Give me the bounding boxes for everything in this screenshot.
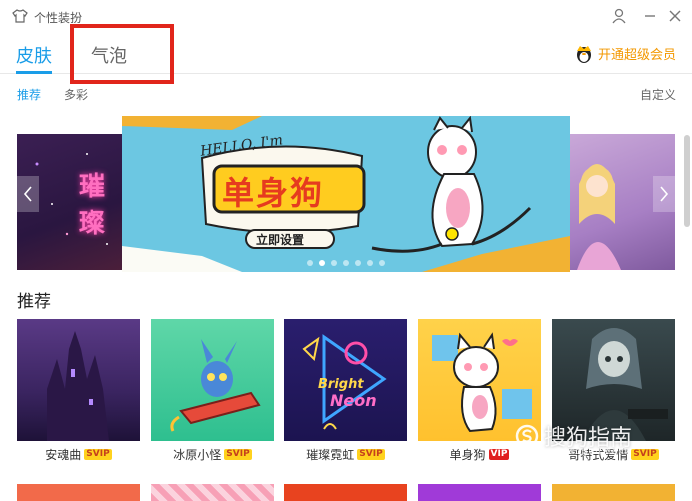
- skin-thumbnail[interactable]: [151, 319, 274, 441]
- banner-set-button[interactable]: 立即设置: [256, 231, 304, 248]
- skin-thumbnail[interactable]: [17, 484, 140, 501]
- vip-badge: VIP: [488, 448, 510, 460]
- carousel-dot-active[interactable]: [319, 260, 325, 266]
- skin-card[interactable]: 冰原小怪 SVIP: [151, 319, 274, 467]
- carousel-dot[interactable]: [343, 260, 349, 266]
- subtab-colorful[interactable]: 多彩: [64, 86, 88, 103]
- shirt-icon: [12, 9, 28, 23]
- carousel-dot[interactable]: [367, 260, 373, 266]
- open-svip-link[interactable]: 开通超级会员: [574, 44, 676, 63]
- carousel-prev-arrow[interactable]: [17, 176, 39, 212]
- subtab-recommend[interactable]: 推荐: [17, 86, 41, 103]
- svip-badge: SVIP: [357, 448, 385, 460]
- active-tab-indicator: [16, 71, 52, 74]
- skin-thumbnail[interactable]: [418, 484, 541, 501]
- annotation-highlight-box: [70, 24, 174, 84]
- user-icon[interactable]: [609, 6, 629, 26]
- skin-card[interactable]: 安魂曲 SVIP: [17, 319, 140, 467]
- skin-thumbnail[interactable]: Bright Neon: [284, 319, 407, 441]
- svip-badge: SVIP: [224, 448, 252, 460]
- skin-thumbnail[interactable]: [284, 484, 407, 501]
- customize-link[interactable]: 自定义: [640, 86, 676, 103]
- banner-carousel: 璀璨 HELLO, I'm 单身狗 立即设置: [17, 116, 675, 272]
- carousel-dot[interactable]: [331, 260, 337, 266]
- svip-badge: SVIP: [631, 448, 659, 460]
- skin-caption: 冰原小怪 SVIP: [151, 441, 274, 467]
- skin-name: 冰原小怪: [173, 447, 222, 462]
- carousel-dot[interactable]: [307, 260, 313, 266]
- skin-thumbnail[interactable]: [151, 484, 274, 501]
- tab-skin[interactable]: 皮肤: [16, 42, 52, 68]
- skin-thumbnail[interactable]: [17, 319, 140, 441]
- sub-tabs: 推荐 多彩 自定义: [0, 86, 692, 106]
- carousel-next-arrow[interactable]: [653, 176, 675, 212]
- carousel-dot[interactable]: [355, 260, 361, 266]
- svip-badge: SVIP: [84, 448, 112, 460]
- penguin-icon: [576, 45, 591, 63]
- sogou-logo-icon: [515, 424, 539, 448]
- carousel-dots: [122, 260, 570, 266]
- next-row-thumbnails: [17, 484, 677, 501]
- banner-art: [122, 116, 570, 272]
- skin-name: 单身狗: [449, 447, 486, 462]
- skin-name: 璀璨霓虹: [306, 447, 355, 462]
- carousel-dot[interactable]: [379, 260, 385, 266]
- banner-title: 单身狗: [222, 174, 325, 212]
- banner-main[interactable]: HELLO, I'm 单身狗 立即设置: [122, 116, 570, 272]
- skin-card[interactable]: Bright Neon 璀璨霓虹 SVIP: [284, 319, 407, 467]
- open-svip-label: 开通超级会员: [597, 48, 676, 63]
- vertical-scrollbar[interactable]: [684, 135, 690, 227]
- skin-caption: 安魂曲 SVIP: [17, 441, 140, 467]
- prev-card-text: 璀璨: [79, 172, 106, 239]
- minimize-icon[interactable]: [640, 6, 660, 26]
- skin-caption: 璀璨霓虹 SVIP: [284, 441, 407, 467]
- recommend-section-title: 推荐: [17, 292, 51, 312]
- skin-thumbnail[interactable]: [552, 484, 675, 501]
- neon-art-text-2: Neon: [330, 391, 377, 410]
- close-icon[interactable]: [665, 6, 685, 26]
- skin-name: 安魂曲: [45, 447, 82, 462]
- neon-art-text-1: Bright: [318, 377, 364, 392]
- watermark-subtext: zhinan.sogou.com: [530, 447, 628, 457]
